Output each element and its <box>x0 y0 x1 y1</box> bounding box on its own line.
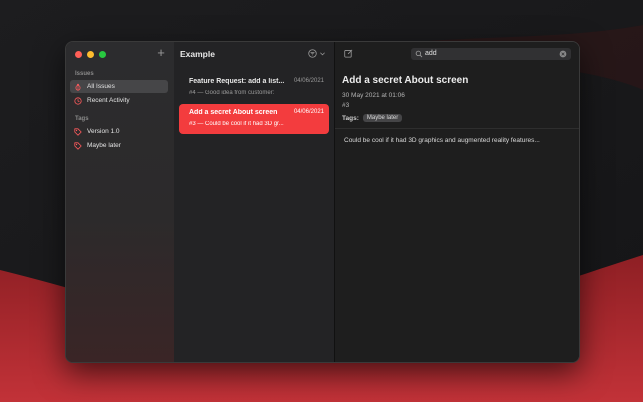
tag-icon <box>74 141 82 150</box>
issue-title: Add a secret About screen <box>189 109 278 116</box>
tag-icon <box>74 127 82 136</box>
issue-row[interactable]: Feature Request: add a list... 04/06/202… <box>179 73 329 103</box>
issue-detail-panel: add Add a secret About screen 30 May 202… <box>335 42 579 362</box>
section-label-tags: Tags <box>75 116 89 122</box>
add-issue-button[interactable]: + <box>155 46 167 59</box>
app-window: + Issues All Issues Recent Activity Tags… <box>65 41 580 363</box>
close-window-button[interactable] <box>75 51 82 58</box>
bug-icon <box>74 83 82 91</box>
issue-detail-number: #3 <box>342 102 350 109</box>
issue-detail-date: 30 May 2021 at 01:06 <box>342 92 405 99</box>
compose-icon[interactable] <box>344 49 353 58</box>
search-icon <box>415 50 423 58</box>
maximize-window-button[interactable] <box>99 51 106 58</box>
issue-row-selected[interactable]: Add a secret About screen 04/06/2021 #3 … <box>179 104 329 134</box>
sidebar-item-label: Recent Activity <box>87 97 130 104</box>
chevron-down-icon <box>320 51 325 55</box>
issue-detail-body[interactable]: Could be cool if it had 3D graphics and … <box>344 137 540 144</box>
issue-detail-title: Add a secret About screen <box>342 75 469 86</box>
issue-subtitle: #4 — Good idea from customer: <box>189 90 275 96</box>
issue-list-panel: Example Feature Request: add a list... 0… <box>174 42 335 362</box>
sidebar: + Issues All Issues Recent Activity Tags… <box>66 42 175 362</box>
issue-title: Feature Request: add a list... <box>189 78 285 85</box>
sidebar-item-version-1-0[interactable]: Version 1.0 <box>70 125 168 138</box>
issue-subtitle: #3 — Could be cool if it had 3D gr... <box>189 121 284 127</box>
filter-button[interactable] <box>308 49 325 58</box>
list-title: Example <box>180 49 215 59</box>
sidebar-item-label: Maybe later <box>87 142 121 149</box>
sidebar-item-label: Version 1.0 <box>87 128 120 135</box>
issue-tags-row: Tags: Maybe later <box>342 114 403 122</box>
sidebar-item-recent-activity[interactable]: Recent Activity <box>70 94 168 107</box>
clear-search-icon[interactable] <box>559 50 567 58</box>
filter-icon <box>308 49 317 58</box>
search-input[interactable]: add <box>425 50 437 57</box>
section-label-issues: Issues <box>75 71 94 77</box>
window-controls <box>75 51 106 58</box>
sidebar-item-all-issues[interactable]: All Issues <box>70 80 168 93</box>
tag-pill[interactable]: Maybe later <box>362 114 403 122</box>
clock-icon <box>74 96 82 105</box>
tags-label: Tags: <box>342 114 359 122</box>
sidebar-item-label: All Issues <box>87 83 115 90</box>
sidebar-item-maybe-later[interactable]: Maybe later <box>70 139 168 152</box>
divider <box>335 128 579 129</box>
minimize-window-button[interactable] <box>87 51 94 58</box>
issue-date: 04/06/2021 <box>293 109 324 115</box>
search-field[interactable]: add <box>411 48 571 60</box>
issue-date: 04/06/2021 <box>293 78 324 84</box>
